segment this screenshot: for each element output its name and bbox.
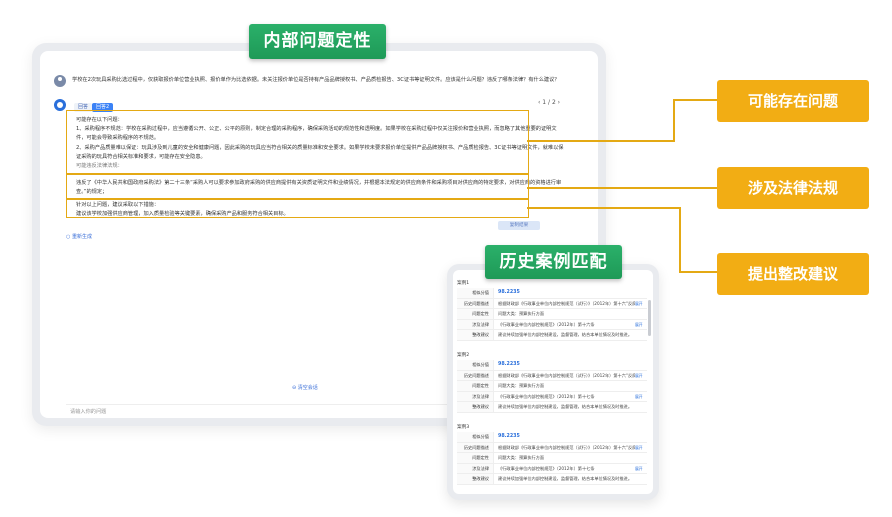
clear-label: 清空会话	[297, 385, 318, 391]
label-advice: 整改建议	[457, 330, 494, 340]
connector-1-vertical	[673, 99, 675, 142]
case-advice: 建议持续加强单位内部控制建设，监督管理，结合本单位情况及时推进。	[498, 404, 633, 409]
case-desc: 根据财政部《行政事业单位内部控制规范（试行）》（2012年）第十六“反腐败责任…	[498, 300, 635, 306]
case-score: 98.2235	[498, 362, 520, 367]
label-advice: 整改建议	[457, 474, 494, 484]
case-advice: 建议持续加强单位内部控制建设，监督管理，结合本单位情况及时推进。	[498, 332, 633, 337]
expand-link[interactable]: 展开	[635, 371, 647, 381]
label-advice: 整改建议	[457, 402, 494, 412]
main-title-badge: 内部问题定性	[249, 24, 386, 59]
case-nature: 问题大类：预算执行方面	[498, 383, 545, 388]
case-score: 98.2235	[498, 290, 520, 295]
expand-link[interactable]: 展开	[635, 443, 647, 453]
label-law: 涉及法律	[457, 391, 494, 401]
case-title: 案例2	[457, 353, 470, 358]
case-card: 案例3 相似分值 98.2235 历史问题描述 根据财政部《行政事业单位内部控制规范…	[457, 424, 647, 485]
copy-button[interactable]: 复制结果	[498, 221, 540, 230]
label-score: 相似分值	[457, 432, 494, 442]
label-score: 相似分值	[457, 288, 494, 298]
connector-2	[527, 187, 717, 189]
case-card: 案例2 相似分值 98.2235 历史问题描述 根据财政部《行政事业单位内部控制规范…	[457, 352, 647, 413]
connector-3	[527, 207, 680, 209]
case-law: 《行政事业单位内部控制规范》（2012年）第十七条	[498, 465, 595, 471]
label-desc: 历史问题描述	[457, 370, 494, 380]
callout-possible-issues: 可能存在问题	[717, 80, 869, 122]
connector-1	[527, 140, 674, 142]
case-title: 案例3	[457, 425, 470, 430]
label-nature: 问题定性	[457, 453, 494, 463]
law-highlight	[66, 174, 529, 200]
label-nature: 问题定性	[457, 309, 494, 319]
history-panel: 案例1 相似分值 98.2235 历史问题描述 根据财政部《行政事业单位内部控制规范…	[453, 270, 653, 494]
expand-link[interactable]: 展开	[635, 464, 647, 474]
case-law: 《行政事业单位内部控制规范》（2012年）第十六条	[498, 321, 595, 327]
regenerate-label: 重新生成	[71, 234, 92, 240]
regenerate-button[interactable]: ○ 重新生成	[66, 233, 92, 240]
connector-3-end	[679, 271, 717, 273]
expand-link[interactable]: 展开	[635, 392, 647, 402]
case-advice: 建议持续加强单位内部控制建设，监督管理，结合本单位情况及时推进。	[498, 476, 633, 481]
case-law: 《行政事业单位内部控制规范》（2012年）第十七条	[498, 393, 595, 399]
clear-session-button[interactable]: ⊖ 清空会话	[292, 384, 318, 391]
callout-suggestions: 提出整改建议	[717, 253, 869, 295]
label-law: 涉及法律	[457, 463, 494, 473]
history-title-badge: 历史案例匹配	[485, 245, 622, 279]
answer-pager[interactable]: ‹ 1 / 2 ›	[538, 99, 560, 106]
history-window: 案例1 相似分值 98.2235 历史问题描述 根据财政部《行政事业单位内部控制规范…	[447, 264, 659, 500]
case-card: 案例1 相似分值 98.2235 历史问题描述 根据财政部《行政事业单位内部控制规范…	[457, 280, 647, 341]
label-law: 涉及法律	[457, 319, 494, 329]
advice-highlight	[66, 198, 529, 218]
user-avatar-icon	[54, 75, 66, 87]
case-title: 案例1	[457, 281, 470, 286]
case-desc: 根据财政部《行政事业单位内部控制规范（试行）》（2012年）第十六“反腐败责任…	[498, 372, 635, 378]
label-nature: 问题定性	[457, 381, 494, 391]
user-question: 学校在2次玩具采购比选过程中，仅获取报价单位营业执照、报价单作为比选依据。未关注…	[72, 77, 560, 83]
case-nature: 问题大类：预算执行方面	[498, 311, 545, 316]
history-scrollbar[interactable]	[648, 300, 651, 336]
callout-laws: 涉及法律法规	[717, 167, 869, 209]
issues-highlight	[66, 110, 529, 174]
expand-link[interactable]: 展开	[635, 299, 647, 309]
connector-3-vertical	[679, 207, 681, 273]
case-desc: 根据财政部《行政事业单位内部控制规范（试行）》（2012年）第十六“反腐败责任…	[498, 444, 635, 450]
case-score: 98.2235	[498, 434, 520, 439]
connector-1-end	[673, 99, 717, 101]
label-desc: 历史问题描述	[457, 442, 494, 452]
expand-link[interactable]: 展开	[635, 320, 647, 330]
case-nature: 问题大类：预算执行方面	[498, 455, 545, 460]
label-score: 相似分值	[457, 360, 494, 370]
assistant-icon	[54, 99, 66, 111]
label-desc: 历史问题描述	[457, 298, 494, 308]
